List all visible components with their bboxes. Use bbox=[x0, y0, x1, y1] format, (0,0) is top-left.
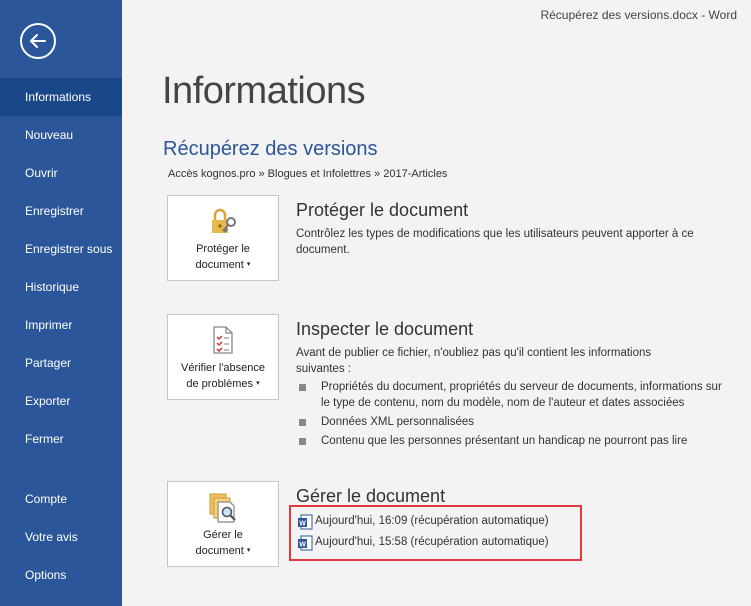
check-issues-label-line2: de problèmes bbox=[186, 378, 254, 390]
nav-item-nouveau[interactable]: Nouveau bbox=[0, 116, 122, 154]
check-issues-label-line1: Vérifier l'absence bbox=[180, 362, 266, 374]
document-name: Récupérez des versions bbox=[163, 138, 378, 160]
nav-item-ouvrir[interactable]: Ouvrir bbox=[0, 154, 122, 192]
dropdown-caret-icon: ▾ bbox=[246, 261, 251, 268]
bullet-text: Données XML personnalisées bbox=[321, 416, 474, 428]
manage-section-title: Gérer le document bbox=[296, 486, 446, 506]
bullet-square-icon bbox=[299, 419, 306, 426]
svg-text:W: W bbox=[299, 521, 306, 528]
nav-item-informations[interactable]: Informations bbox=[0, 78, 122, 116]
nav-item-fermer[interactable]: Fermer bbox=[0, 420, 122, 458]
manage-document-icon bbox=[209, 493, 236, 523]
back-button[interactable] bbox=[20, 23, 56, 59]
nav-item-enregistrer-sous[interactable]: Enregistrer sous bbox=[0, 230, 122, 268]
bullet-text: Propriétés du document, propriétés du se… bbox=[321, 381, 722, 409]
bullet-square-icon bbox=[299, 384, 306, 391]
bullet-text: Contenu que les personnes présentant un … bbox=[321, 435, 688, 447]
window-title: Récupérez des versions.docx - Word bbox=[540, 8, 737, 22]
word-document-icon: W bbox=[298, 535, 313, 551]
manage-document-button[interactable]: Gérer le document ▾ bbox=[167, 481, 279, 567]
svg-text:W: W bbox=[299, 542, 306, 549]
manage-button-label-line1: Gérer le bbox=[203, 529, 243, 541]
protect-section-title: Protéger le document bbox=[296, 200, 469, 220]
check-issues-button[interactable]: Vérifier l'absence de problèmes ▾ bbox=[167, 314, 279, 400]
manage-button-label-line2: document bbox=[195, 545, 244, 557]
inspect-section-title: Inspecter le document bbox=[296, 319, 474, 339]
nav-item-options[interactable]: Options bbox=[0, 556, 122, 594]
protect-document-button[interactable]: Protéger le document ▾ bbox=[167, 195, 279, 281]
nav-item-imprimer[interactable]: Imprimer bbox=[0, 306, 122, 344]
list-item: Contenu que les personnes présentant un … bbox=[299, 433, 729, 449]
word-document-icon: W bbox=[298, 514, 313, 530]
inspect-bullet-list: Propriétés du document, propriétés du se… bbox=[299, 379, 729, 452]
nav-item-exporter[interactable]: Exporter bbox=[0, 382, 122, 420]
protect-section-description: Contrôlez les types de modifications que… bbox=[296, 228, 694, 256]
dropdown-caret-icon: ▾ bbox=[246, 547, 251, 554]
protect-button-label-line1: Protéger le bbox=[196, 243, 250, 255]
list-item: Propriétés du document, propriétés du se… bbox=[299, 379, 729, 411]
checklist-icon bbox=[213, 326, 233, 354]
breadcrumb[interactable]: Accès kognos.pro » Blogues et Infolettre… bbox=[168, 168, 447, 180]
nav-item-historique[interactable]: Historique bbox=[0, 268, 122, 306]
version-label: Aujourd'hui, 15:58 (récupération automat… bbox=[315, 536, 549, 548]
back-arrow-icon bbox=[30, 34, 46, 48]
protect-button-label-line2: document bbox=[195, 259, 244, 271]
dropdown-caret-icon: ▾ bbox=[256, 380, 260, 387]
list-item: Données XML personnalisées bbox=[299, 414, 729, 430]
bullet-square-icon bbox=[299, 438, 306, 445]
nav-item-votre-avis[interactable]: Votre avis bbox=[0, 518, 122, 556]
inspect-section-description: Avant de publier ce fichier, n'oubliez p… bbox=[296, 347, 652, 375]
page-title: Informations bbox=[162, 70, 366, 112]
backstage-sidebar: Informations Nouveau Ouvrir Enregistrer … bbox=[0, 0, 122, 606]
nav-item-enregistrer[interactable]: Enregistrer bbox=[0, 192, 122, 230]
version-label: Aujourd'hui, 16:09 (récupération automat… bbox=[315, 515, 549, 527]
nav-item-compte[interactable]: Compte bbox=[0, 480, 122, 518]
lock-key-icon bbox=[212, 208, 236, 233]
nav-item-partager[interactable]: Partager bbox=[0, 344, 122, 382]
